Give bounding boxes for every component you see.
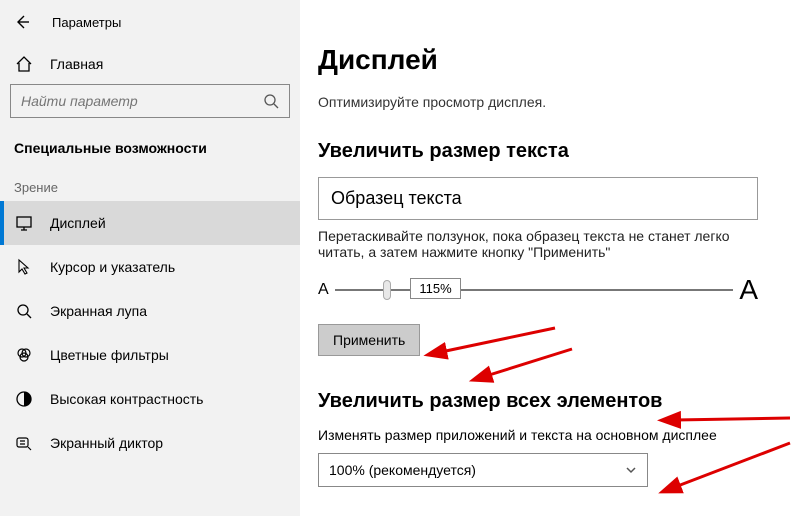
sidebar-home-label: Главная — [50, 56, 103, 72]
narrator-icon — [14, 433, 34, 453]
sidebar-item-narrator[interactable]: Экранный диктор — [0, 421, 300, 465]
sidebar-item-magnifier[interactable]: Экранная лупа — [0, 289, 300, 333]
sidebar-item-cursor[interactable]: Курсор и указатель — [0, 245, 300, 289]
cursor-icon — [14, 257, 34, 277]
sidebar-item-label: Экранная лупа — [50, 303, 147, 319]
page-title: Дисплей — [318, 44, 774, 76]
back-button[interactable] — [10, 10, 34, 34]
sidebar-item-color-filters[interactable]: Цветные фильтры — [0, 333, 300, 377]
sidebar-home[interactable]: Главная — [0, 44, 300, 84]
sidebar-item-label: Цветные фильтры — [50, 347, 169, 363]
sidebar-item-high-contrast[interactable]: Высокая контрастность — [0, 377, 300, 421]
apply-button[interactable]: Применить — [318, 324, 420, 356]
title-bar: Параметры — [0, 6, 300, 44]
scale-field-label: Изменять размер приложений и текста на о… — [318, 427, 774, 443]
sidebar-item-label: Курсор и указатель — [50, 259, 175, 275]
text-size-slider[interactable]: 115% — [335, 289, 734, 291]
slider-label-big: A — [739, 274, 758, 306]
app-title: Параметры — [52, 15, 121, 30]
slider-label-small: A — [318, 281, 329, 299]
search-icon — [263, 93, 279, 109]
color-filters-icon — [14, 345, 34, 365]
scale-dropdown[interactable]: 100% (рекомендуется) — [318, 453, 648, 487]
arrow-left-icon — [14, 14, 30, 30]
home-icon — [14, 54, 34, 74]
slider-value: 115% — [410, 278, 460, 299]
text-size-hint: Перетаскивайте ползунок, пока образец те… — [318, 228, 758, 260]
contrast-icon — [14, 389, 34, 409]
sidebar: Параметры Главная Специальные возможност… — [0, 0, 300, 516]
sample-text-box: Образец текста — [318, 177, 758, 220]
text-size-slider-row: A 115% A — [318, 274, 758, 306]
content-area: Дисплей Оптимизируйте просмотр дисплея. … — [300, 0, 800, 516]
group-label-vision: Зрение — [0, 174, 300, 201]
chevron-down-icon — [625, 464, 637, 476]
sidebar-item-label: Дисплей — [50, 215, 106, 231]
heading-text-size: Увеличить размер текста — [318, 140, 774, 163]
scale-dropdown-value: 100% (рекомендуется) — [329, 462, 476, 478]
page-subtitle: Оптимизируйте просмотр дисплея. — [318, 94, 774, 110]
monitor-icon — [14, 213, 34, 233]
search-input[interactable] — [21, 93, 263, 109]
section-title: Специальные возможности — [0, 132, 300, 174]
sidebar-item-display[interactable]: Дисплей — [0, 201, 300, 245]
magnifier-icon — [14, 301, 34, 321]
sidebar-item-label: Экранный диктор — [50, 435, 163, 451]
search-box[interactable] — [10, 84, 290, 118]
slider-thumb[interactable] — [383, 280, 391, 300]
sidebar-item-label: Высокая контрастность — [50, 391, 203, 407]
heading-scale-all: Увеличить размер всех элементов — [318, 390, 774, 413]
